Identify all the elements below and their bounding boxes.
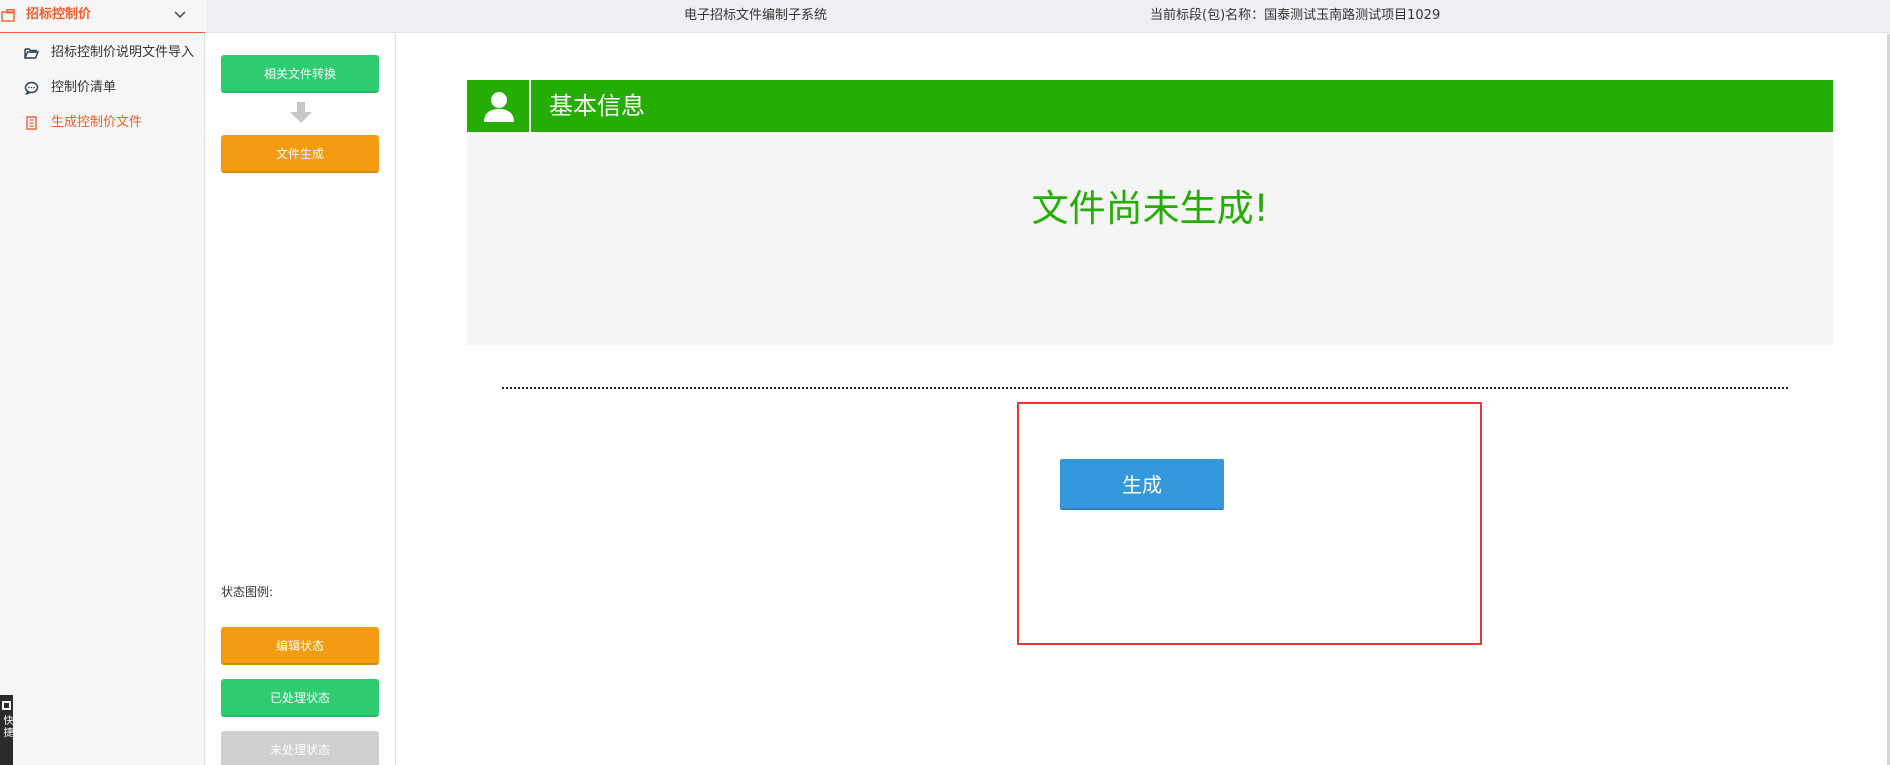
related-file-convert-button[interactable]: 相关文件转换	[221, 55, 379, 93]
arrow-down-icon	[290, 102, 312, 123]
chevron-down-icon[interactable]	[174, 10, 186, 20]
menu-item-import-description[interactable]: 招标控制价说明文件导入	[0, 38, 205, 68]
document-icon	[26, 116, 37, 130]
basic-info-title: 基本信息	[549, 92, 645, 120]
menu-item-generate-control-price-file[interactable]: 生成控制价文件	[0, 108, 205, 138]
legend-processed-status: 已处理状态	[221, 679, 379, 717]
menu-item-label: 生成控制价文件	[51, 115, 143, 130]
highlight-box	[1017, 402, 1482, 645]
file-not-generated-message: 文件尚未生成!	[1031, 187, 1269, 230]
menu-item-label: 控制价清单	[51, 80, 117, 95]
file-generate-button[interactable]: 文件生成	[221, 135, 379, 173]
basic-info-panel: 基本信息 文件尚未生成!	[467, 80, 1833, 345]
chat-bubble-icon	[24, 81, 39, 95]
left-menu: 招标控制价 招标控制价说明文件导入 控制价清单 生成控制价文件 快捷	[0, 0, 205, 765]
generate-button[interactable]: 生成	[1060, 459, 1224, 510]
folder-bid-icon	[1, 9, 15, 22]
workflow-panel: 相关文件转换 文件生成 状态图例: 编辑状态 已处理状态 未处理状态	[206, 34, 396, 765]
top-bar: 电子招标文件编制子系统 当前标段(包)名称：国泰测试玉南路测试项目1029	[206, 0, 1890, 33]
dotted-divider	[502, 387, 1788, 389]
user-icon-box	[467, 80, 531, 132]
menu-header-bid-control-price[interactable]: 招标控制价	[0, 0, 205, 33]
menu-item-control-price-list[interactable]: 控制价清单	[0, 73, 205, 103]
current-section-label: 当前标段(包)名称：国泰测试玉南路测试项目1029	[1150, 8, 1441, 23]
main-content: 基本信息 文件尚未生成! 生成	[397, 34, 1890, 765]
user-icon	[484, 92, 514, 122]
system-title: 电子招标文件编制子系统	[684, 8, 828, 23]
legend-editing-status: 编辑状态	[221, 627, 379, 665]
shortcut-side-tab-label: 快捷	[1, 715, 12, 739]
legend-unprocessed-status: 未处理状态	[221, 731, 379, 765]
menu-header-label: 招标控制价	[26, 7, 92, 22]
shortcut-side-tab[interactable]: 快捷	[0, 695, 13, 765]
grid-icon	[2, 701, 11, 710]
menu-item-label: 招标控制价说明文件导入	[51, 45, 195, 60]
status-legend-title: 状态图例:	[221, 585, 274, 599]
folder-open-icon	[24, 48, 39, 59]
basic-info-header: 基本信息	[467, 80, 1833, 132]
